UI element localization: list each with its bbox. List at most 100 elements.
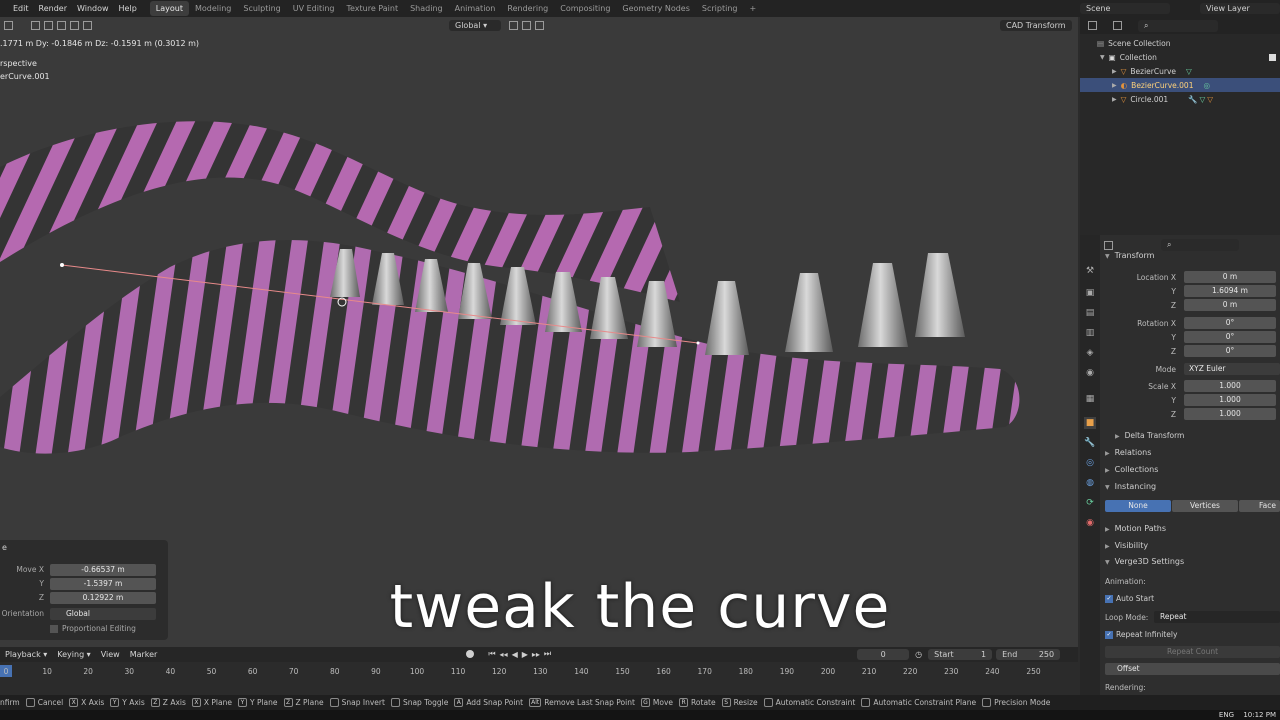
outliner-search[interactable]: ⌕	[1138, 19, 1218, 32]
scale-y-field[interactable]: 1.000	[1184, 394, 1276, 406]
curve-data-icon[interactable]: ▽	[1200, 95, 1206, 104]
world-tab-icon[interactable]: ◉	[1084, 367, 1096, 379]
visibility-section[interactable]: ▶ Visibility	[1105, 541, 1148, 550]
curve-data-icon[interactable]: ▽	[1186, 67, 1192, 76]
scale-z-field[interactable]: 1.000	[1184, 408, 1276, 420]
tab-sculpting[interactable]: Sculpting	[237, 1, 286, 16]
tab-animation[interactable]: Animation	[449, 1, 502, 16]
prev-keyframe-icon[interactable]: ◂◂	[500, 650, 508, 659]
rotation-z-field[interactable]: 0°	[1184, 345, 1276, 357]
select-subtract-icon[interactable]	[57, 21, 66, 30]
instancing-faces-button[interactable]: Face	[1239, 500, 1280, 512]
offset-field[interactable]: Offset	[1105, 663, 1280, 675]
orientation-dropdown[interactable]: Global ▾	[449, 20, 501, 31]
end-frame-field[interactable]: End 250	[996, 648, 1061, 660]
select-tool-icon[interactable]	[4, 21, 13, 30]
tab-layout[interactable]: Layout	[149, 1, 189, 16]
collections-section[interactable]: ▶ Collections	[1105, 465, 1158, 474]
outliner-item-beziercurve-001[interactable]: ▶ ◐ BezierCurve.001 ◎	[1080, 78, 1280, 92]
material-tab-icon[interactable]: ◉	[1084, 517, 1096, 529]
cad-transform-dropdown[interactable]: CAD Transform	[1000, 20, 1072, 31]
tab-modeling[interactable]: Modeling	[189, 1, 237, 16]
filter-icon[interactable]	[1113, 21, 1122, 30]
tab-uv-editing[interactable]: UV Editing	[287, 1, 341, 16]
instancing-none-button[interactable]: None	[1105, 500, 1171, 512]
scene-tab-icon[interactable]: ◈	[1084, 347, 1096, 359]
scale-x-field[interactable]: 1.000	[1184, 380, 1276, 392]
outliner-display-icon[interactable]	[1088, 21, 1097, 30]
relations-section[interactable]: ▶ Relations	[1105, 448, 1151, 457]
tab-texture-paint[interactable]: Texture Paint	[340, 1, 404, 16]
repeat-count-field[interactable]: Repeat Count	[1105, 646, 1280, 658]
collection-checkbox[interactable]	[1269, 53, 1276, 61]
play-icon[interactable]: ▶	[522, 650, 528, 659]
editor-type-icon[interactable]	[1104, 240, 1113, 250]
render-tab-icon[interactable]: ▣	[1084, 287, 1096, 299]
output-tab-icon[interactable]: ▤	[1084, 307, 1096, 319]
tool-tab-icon[interactable]: ⚒	[1084, 265, 1096, 277]
language-indicator[interactable]: ENG	[1219, 711, 1234, 719]
menu-render[interactable]: Render	[34, 0, 72, 17]
outliner-item-beziercurve[interactable]: ▶ ▽ BezierCurve ▽	[1080, 64, 1280, 78]
location-x-field[interactable]: 0 m	[1184, 271, 1276, 283]
modifier-tab-icon[interactable]: 🔧	[1084, 437, 1096, 449]
select-intersect-icon[interactable]	[83, 21, 92, 30]
tab-geometry-nodes[interactable]: Geometry Nodes	[616, 1, 695, 16]
delta-transform-section[interactable]: ▶ Delta Transform	[1115, 431, 1184, 440]
instancing-vertices-button[interactable]: Vertices	[1172, 500, 1238, 512]
marker-menu[interactable]: Marker	[125, 646, 163, 663]
menu-window[interactable]: Window	[72, 0, 114, 17]
view-layer-selector[interactable]: View Layer	[1200, 3, 1280, 14]
clock[interactable]: 10:12 PM	[1243, 711, 1276, 719]
auto-start-row[interactable]: ✓ Auto Start	[1105, 594, 1154, 603]
playback-menu[interactable]: Playback ▾	[0, 646, 52, 663]
location-z-field[interactable]: 0 m	[1184, 299, 1276, 311]
menu-edit[interactable]: Edit	[8, 0, 34, 17]
tab-rendering[interactable]: Rendering	[501, 1, 554, 16]
rotation-x-field[interactable]: 0°	[1184, 317, 1276, 329]
record-button[interactable]	[466, 650, 475, 658]
menu-help[interactable]: Help	[114, 0, 142, 17]
view-menu[interactable]: View	[96, 646, 125, 663]
outliner-scene-collection[interactable]: ▤ Scene Collection	[1080, 36, 1280, 50]
expand-arrow-icon[interactable]: ▼	[1100, 54, 1105, 61]
keying-menu[interactable]: Keying ▾	[52, 646, 95, 663]
rotation-mode-select[interactable]: XYZ Euler	[1184, 363, 1280, 375]
scene-selector[interactable]: Scene	[1080, 3, 1170, 14]
outliner-collection[interactable]: ▼ ▣ Collection	[1080, 50, 1280, 64]
expand-arrow-icon[interactable]: ▶	[1112, 82, 1117, 89]
current-frame-field[interactable]: 0	[857, 648, 910, 660]
select-invert-icon[interactable]	[70, 21, 79, 30]
repeat-infinitely-checkbox[interactable]: ✓	[1105, 630, 1113, 639]
jump-start-icon[interactable]: ⏮	[488, 649, 495, 659]
tab-compositing[interactable]: Compositing	[554, 1, 616, 16]
curve-data-icon[interactable]: ◎	[1203, 81, 1210, 90]
collection-tab-icon[interactable]: ▦	[1084, 393, 1096, 405]
modifier-icon[interactable]: 🔧	[1188, 95, 1197, 104]
location-y-field[interactable]: 1.6094 m	[1184, 285, 1276, 297]
tab-scripting[interactable]: Scripting	[696, 1, 744, 16]
operator-panel-title[interactable]: e	[2, 543, 7, 552]
view-layer-tab-icon[interactable]: ▥	[1084, 327, 1096, 339]
add-workspace-button[interactable]: +	[743, 1, 762, 16]
motion-paths-section[interactable]: ▶ Motion Paths	[1105, 524, 1166, 533]
blender-logo-icon[interactable]	[2, 4, 6, 13]
properties-search[interactable]: ⌕	[1161, 239, 1239, 251]
physics-tab-icon[interactable]: ◍	[1084, 477, 1096, 489]
expand-arrow-icon[interactable]: ▶	[1112, 68, 1117, 75]
jump-end-icon[interactable]: ⏭	[544, 649, 551, 659]
material-icon[interactable]: ▽	[1207, 95, 1213, 104]
preview-range-icon[interactable]: ◷	[915, 650, 922, 659]
start-frame-field[interactable]: Start 1	[928, 648, 993, 660]
expand-arrow-icon[interactable]: ▶	[1112, 96, 1117, 103]
data-tab-icon[interactable]: ⟳	[1084, 497, 1096, 509]
snap-icon[interactable]	[522, 21, 531, 30]
repeat-infinitely-row[interactable]: ✓ Repeat Infinitely	[1105, 630, 1177, 639]
instancing-section[interactable]: ▼ Instancing	[1105, 482, 1156, 491]
play-reverse-icon[interactable]: ◀	[512, 650, 518, 659]
pivot-icon[interactable]	[509, 21, 518, 30]
particles-tab-icon[interactable]: ◎	[1084, 457, 1096, 469]
outliner-item-circle-001[interactable]: ▶ ▽ Circle.001 🔧 ▽ ▽	[1080, 92, 1280, 106]
select-box-icon[interactable]	[31, 21, 40, 30]
3d-viewport[interactable]: Global ▾ CAD Transform .1771 m Dy: -0.18…	[0, 17, 1078, 647]
